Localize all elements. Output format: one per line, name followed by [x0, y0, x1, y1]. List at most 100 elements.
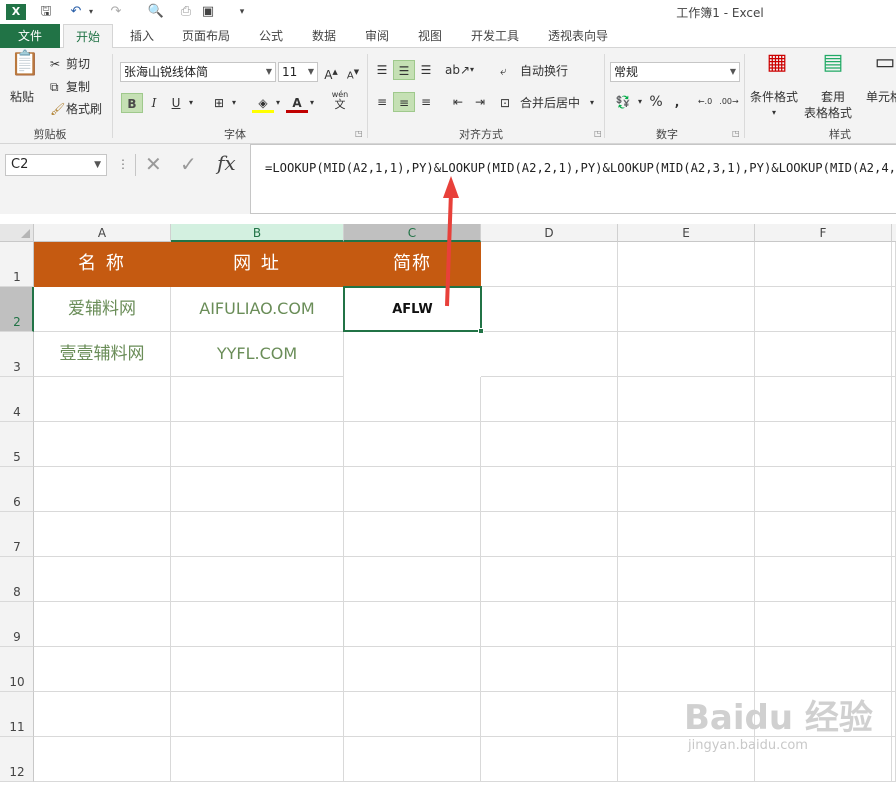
formula-input[interactable]: =LOOKUP(MID(A2,1,1),PY)&LOOKUP(MID(A2,2,… [250, 144, 896, 214]
cell-a3[interactable]: 壹壹辅料网 [34, 332, 171, 377]
empty-cell[interactable] [481, 692, 618, 737]
empty-cell[interactable] [892, 737, 896, 782]
bold-button[interactable]: B [121, 93, 143, 113]
empty-cell[interactable] [344, 692, 481, 737]
copy-button[interactable]: 复制 [66, 78, 90, 96]
empty-cell[interactable] [344, 647, 481, 692]
cell-a2[interactable]: 爱辅料网 [34, 287, 171, 332]
percent-button[interactable]: % [645, 92, 667, 112]
empty-cell[interactable] [755, 332, 892, 377]
empty-cell[interactable] [34, 512, 171, 557]
empty-cell[interactable] [34, 602, 171, 647]
number-launcher-icon[interactable]: ◳ [732, 130, 740, 138]
empty-cell[interactable] [481, 422, 618, 467]
format-painter-icon[interactable]: 🖌 [50, 100, 65, 118]
increase-indent-icon[interactable]: ⇥ [469, 92, 491, 112]
empty-cell[interactable] [618, 422, 755, 467]
tab-insert[interactable]: 插入 [118, 24, 166, 48]
empty-cell[interactable] [892, 287, 896, 332]
merge-center-icon[interactable]: ⊡ [500, 94, 510, 112]
row-header-10[interactable]: 10 [0, 647, 34, 692]
tab-pivot-wizard[interactable]: 透视表向导 [538, 24, 618, 48]
empty-cell[interactable] [618, 602, 755, 647]
empty-cell[interactable] [34, 737, 171, 782]
cell-styles-button[interactable]: 单元格 [866, 88, 896, 106]
empty-cell[interactable] [344, 422, 481, 467]
empty-cell[interactable] [755, 467, 892, 512]
font-launcher-icon[interactable]: ◳ [355, 130, 363, 138]
underline-dropdown-icon[interactable]: ▾ [185, 93, 197, 113]
empty-cell[interactable] [34, 467, 171, 512]
row-header-1[interactable]: 1 [0, 242, 34, 287]
row-header-11[interactable]: 11 [0, 692, 34, 737]
cut-button[interactable]: 剪切 [66, 55, 90, 73]
tab-formulas[interactable]: 公式 [248, 24, 294, 48]
empty-cell[interactable] [171, 422, 344, 467]
empty-cell[interactable] [618, 332, 755, 377]
tab-home[interactable]: 开始 [63, 24, 113, 49]
orientation-dropdown-icon[interactable]: ▾ [466, 60, 478, 80]
empty-cell[interactable] [344, 377, 481, 422]
empty-cell[interactable] [755, 602, 892, 647]
cut-icon[interactable]: ✂ [50, 55, 60, 73]
empty-cell[interactable] [618, 287, 755, 332]
empty-cell[interactable] [755, 512, 892, 557]
font-color-dropdown-icon[interactable]: ▾ [306, 93, 318, 113]
empty-cell[interactable] [618, 557, 755, 602]
empty-cell[interactable] [481, 242, 618, 287]
align-right-icon[interactable]: ≡ [415, 92, 437, 112]
empty-cell[interactable] [892, 332, 896, 377]
empty-cell[interactable] [481, 467, 618, 512]
header-cell-url[interactable]: 网 址 [171, 242, 344, 287]
empty-cell[interactable] [892, 467, 896, 512]
phonetic-guide-icon[interactable]: wén 文 [328, 90, 352, 114]
empty-cell[interactable] [344, 557, 481, 602]
empty-cell[interactable] [34, 692, 171, 737]
align-center-icon[interactable]: ≡ [393, 92, 415, 112]
empty-cell[interactable] [481, 647, 618, 692]
empty-cell[interactable] [171, 467, 344, 512]
empty-cell[interactable] [755, 377, 892, 422]
italic-button[interactable]: I [143, 93, 165, 113]
column-header-f[interactable]: F [755, 224, 892, 242]
fill-handle[interactable] [478, 328, 484, 334]
customize-qat-icon[interactable]: ▾ [236, 3, 248, 21]
merge-center-button[interactable]: 合并后居中 [520, 94, 580, 112]
font-name-select[interactable]: 张海山锐线体简 ▼ [120, 62, 276, 82]
empty-cell[interactable] [481, 602, 618, 647]
row-header-4[interactable]: 4 [0, 377, 34, 422]
save-icon[interactable]: 🖫 [36, 3, 56, 21]
merge-dropdown-icon[interactable]: ▾ [590, 94, 594, 112]
column-header-e[interactable]: E [618, 224, 755, 242]
tab-page-layout[interactable]: 页面布局 [172, 24, 240, 48]
align-left-icon[interactable]: ≡ [371, 92, 393, 112]
empty-cell[interactable] [755, 557, 892, 602]
increase-decimal-icon[interactable]: ←.0 [694, 92, 716, 112]
copy-icon[interactable]: ⧉ [50, 78, 59, 96]
empty-cell[interactable] [755, 287, 892, 332]
font-size-select[interactable]: 11 ▼ [278, 62, 318, 82]
empty-cell[interactable] [892, 512, 896, 557]
number-format-select[interactable]: 常规 ▼ [610, 62, 740, 82]
empty-cell[interactable] [344, 512, 481, 557]
border-icon[interactable]: ⊞ [208, 93, 230, 113]
empty-cell[interactable] [892, 557, 896, 602]
empty-cell[interactable] [344, 602, 481, 647]
accounting-format-icon[interactable]: 💱 [612, 92, 634, 112]
tab-view[interactable]: 视图 [407, 24, 453, 48]
format-as-table-button[interactable]: 表格格式 [804, 104, 852, 122]
quick-print-icon[interactable]: ⎙ [176, 3, 196, 21]
empty-cell[interactable] [892, 692, 896, 737]
tab-data[interactable]: 数据 [301, 24, 347, 48]
empty-cell[interactable] [34, 377, 171, 422]
cell-b2[interactable]: AIFULIAO.COM [171, 287, 344, 332]
empty-cell[interactable] [755, 647, 892, 692]
paste-button[interactable]: 粘贴 [10, 88, 34, 106]
empty-cell[interactable] [892, 242, 896, 287]
empty-cell[interactable] [171, 557, 344, 602]
redo-icon[interactable]: ↷ [106, 3, 126, 21]
row-header-2[interactable]: 2 [0, 287, 34, 332]
tab-developer[interactable]: 开发工具 [461, 24, 529, 48]
empty-cell[interactable] [171, 377, 344, 422]
column-header-b[interactable]: B [171, 224, 344, 242]
